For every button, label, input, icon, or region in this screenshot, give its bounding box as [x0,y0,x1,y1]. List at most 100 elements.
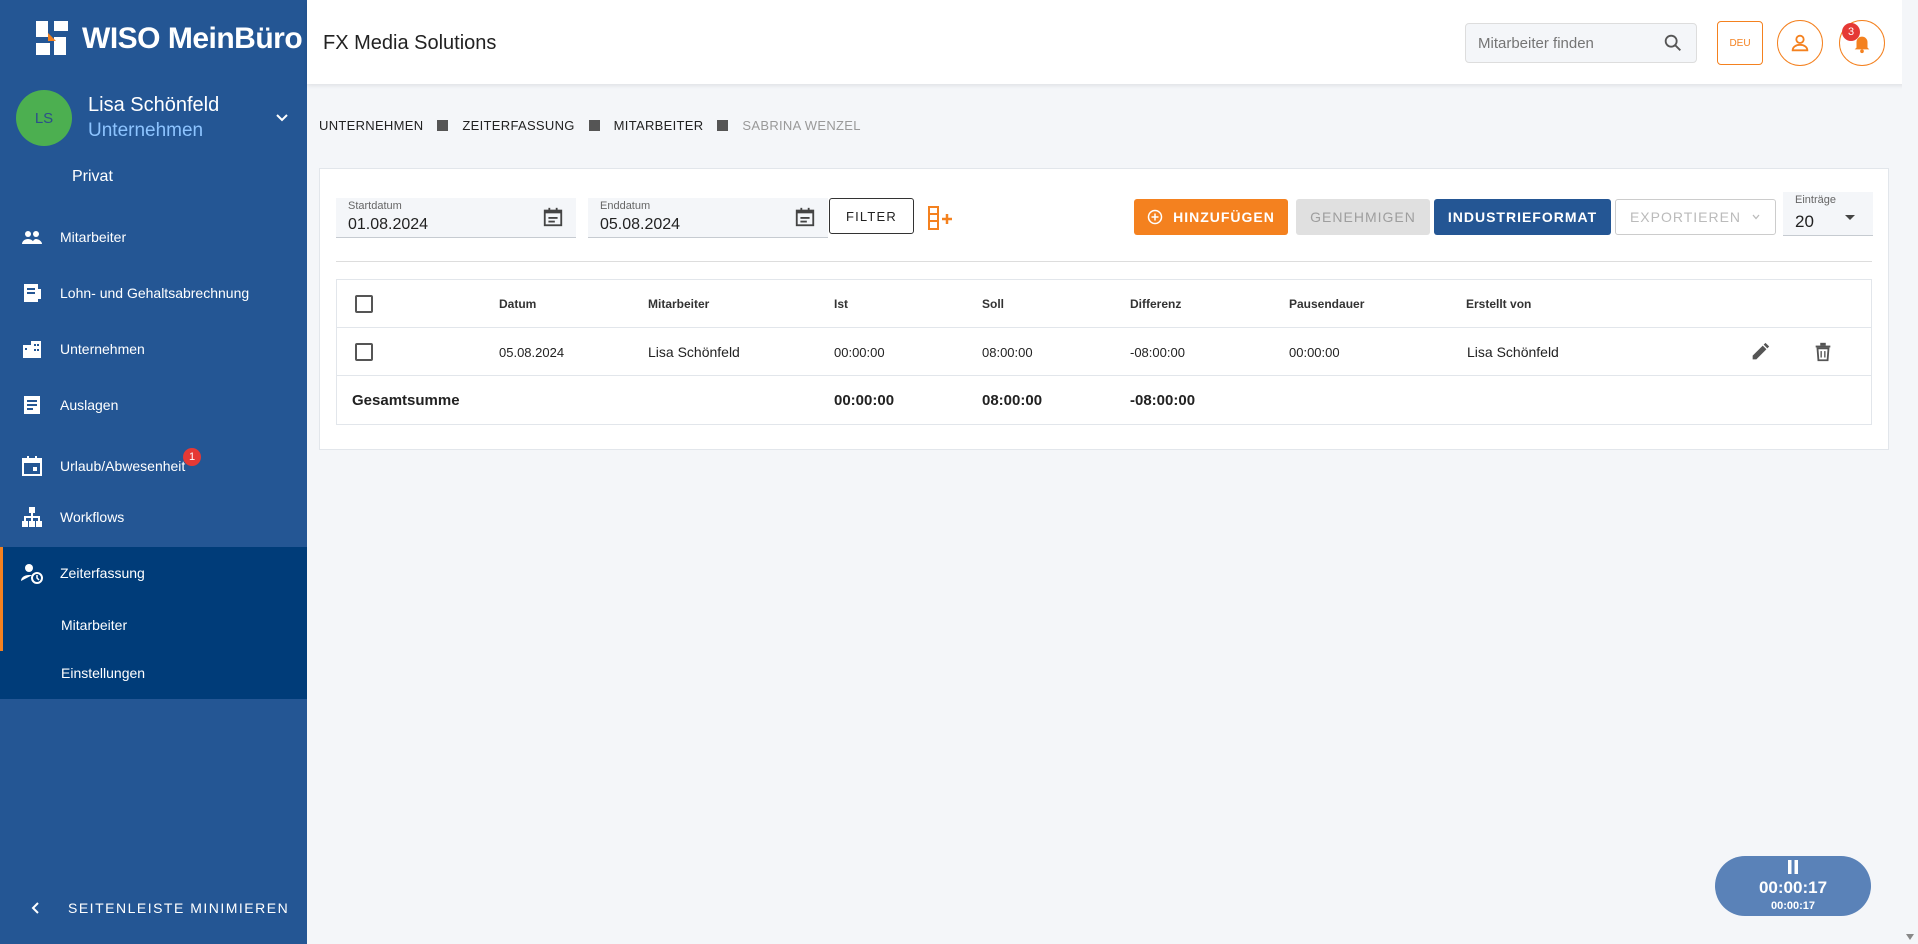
cell-mitarbeiter: Lisa Schönfeld [648,344,740,360]
breadcrumb-unternehmen[interactable]: UNTERNEHMEN [319,118,423,133]
column-header-ist[interactable]: Ist [834,280,848,328]
chevron-left-icon [31,902,39,914]
breadcrumb-separator [717,120,729,131]
receipt-icon [24,396,40,414]
user-name: Lisa Schönfeld [88,94,220,116]
entries-label: Einträge [1795,194,1836,206]
brand-logo[interactable]: WISO MeinBüro [32,18,303,60]
sidebar-item-unternehmen[interactable]: Unternehmen [0,321,307,377]
column-header-datum[interactable]: Datum [499,280,536,328]
entries-per-page-select[interactable]: Einträge 20 [1783,192,1873,236]
sidebar-item-lohn[interactable]: Lohn- und Gehaltsabrechnung [0,265,307,321]
start-date-label: Startdatum [348,200,402,212]
cell-erstellt-von: Lisa Schönfeld [1467,344,1559,360]
building-icon [23,341,41,358]
column-header-mitarbeiter[interactable]: Mitarbeiter [648,280,709,328]
total-soll: 08:00:00 [982,391,1043,409]
timer-main: 00:00:17 [1758,878,1828,897]
add-column-icon[interactable] [927,205,955,231]
end-date-value[interactable]: 05.08.2024 [600,216,680,234]
language-button[interactable]: DEU [1717,21,1763,65]
time-entries-table: Datum Mitarbeiter Ist Soll Differenz Pau… [336,279,1872,425]
chevron-down-icon[interactable] [272,108,292,128]
sidebar-item-workflows[interactable]: Workflows [0,489,307,545]
sidebar-item-label: Unternehmen [60,341,145,357]
notifications-button[interactable]: 3 [1839,20,1885,66]
column-header-differenz[interactable]: Differenz [1130,280,1181,328]
column-header-pausendauer[interactable]: Pausendauer [1289,280,1364,328]
total-label: Gesamtsumme [352,391,460,409]
sidebar-item-label: Workflows [60,509,125,525]
industry-format-button[interactable]: INDUSTRIEFORMAT [1434,199,1611,235]
export-label: EXPORTIEREN [1629,209,1742,225]
brand-name: WISO MeinBüro [82,22,303,55]
top-header: FX Media Solutions DEU 3 [307,0,1918,84]
sidebar-item-urlaub[interactable]: Urlaub/Abwesenheit 1 [0,438,307,494]
sidebar-item-zeiterfassung[interactable]: Zeiterfassung [0,545,307,601]
notification-badge: 3 [1842,23,1860,41]
export-button[interactable]: EXPORTIEREN [1615,199,1776,235]
breadcrumb-zeiterfassung[interactable]: ZEITERFASSUNG [462,118,574,133]
employee-search[interactable] [1465,23,1697,63]
sidebar-subitem-einstellungen[interactable]: Einstellungen [61,665,145,681]
delete-icon[interactable] [1812,341,1834,363]
pause-icon[interactable] [1787,860,1799,874]
sidebar-item-label: Auslagen [60,397,119,413]
minimize-sidebar-button[interactable]: SEITENLEISTE MINIMIEREN [28,900,289,916]
end-date-field[interactable]: Enddatum 05.08.2024 [588,198,828,238]
avatar: LS [16,90,72,146]
scroll-down-icon[interactable] [1906,934,1914,940]
time-tracker-widget[interactable]: 00:00:17 00:00:17 [1715,856,1871,916]
search-icon[interactable] [1662,32,1684,54]
page-scrollbar[interactable] [1902,0,1918,944]
user-context: Unternehmen [88,120,204,141]
time-entries-card: Startdatum 01.08.2024 Enddatum 05.08.202… [319,168,1889,450]
context-privat-link[interactable]: Privat [72,168,113,186]
profile-button[interactable] [1777,20,1823,66]
breadcrumb-mitarbeiter[interactable]: MITARBEITER [614,118,704,133]
cell-datum: 05.08.2024 [499,344,565,360]
dropdown-caret-icon [1845,215,1855,220]
start-date-value[interactable]: 01.08.2024 [348,216,428,234]
table-header-row: Datum Mitarbeiter Ist Soll Differenz Pau… [337,280,1871,328]
calendar-icon[interactable] [794,206,816,228]
sidebar-item-auslagen[interactable]: Auslagen [0,377,307,433]
breadcrumb-current: SABRINA WENZEL [742,118,861,133]
total-ist: 00:00:00 [834,391,895,409]
sidebar-item-label: Mitarbeiter [60,229,127,245]
user-switcher[interactable]: LS Lisa Schönfeld Unternehmen [16,90,292,146]
approve-button[interactable]: GENEHMIGEN [1296,199,1430,235]
sidebar-item-mitarbeiter[interactable]: Mitarbeiter [0,209,307,265]
column-header-erstellt-von[interactable]: Erstellt von [1466,280,1531,328]
breadcrumb: UNTERNEHMEN ZEITERFASSUNG MITARBEITER SA… [319,118,861,133]
company-name: FX Media Solutions [323,32,497,54]
calendar-icon[interactable] [542,206,564,228]
search-input[interactable] [1478,34,1658,52]
select-all-checkbox[interactable] [355,295,373,313]
table-total-row: Gesamtsumme 00:00:00 08:00:00 -08:00:00 [337,376,1871,424]
sidebar-item-label: Zeiterfassung [60,565,145,581]
entries-value: 20 [1795,212,1814,231]
filter-button[interactable]: FILTER [829,198,914,234]
sidebar: WISO MeinBüro LS Lisa Schönfeld Unterneh… [0,0,307,944]
cell-differenz: -08:00:00 [1130,344,1185,360]
sidebar-subitem-mitarbeiter[interactable]: Mitarbeiter [61,617,127,633]
cell-ist: 00:00:00 [834,344,885,360]
payroll-icon [24,284,41,302]
people-icon [22,231,42,244]
breadcrumb-separator [588,120,600,131]
add-button[interactable]: HINZUFÜGEN [1134,199,1288,235]
time-tracking-icon [21,564,43,584]
start-date-field[interactable]: Startdatum 01.08.2024 [336,198,576,238]
toolbar-divider [336,261,1872,262]
table-row[interactable]: 05.08.2024 Lisa Schönfeld 00:00:00 08:00… [337,328,1871,376]
user-icon [1791,34,1809,52]
workflow-icon [22,507,42,527]
timer-sub: 00:00:17 [1770,900,1816,912]
edit-icon[interactable] [1749,341,1771,363]
chevron-down-icon [1752,214,1760,220]
row-checkbox[interactable] [355,343,373,361]
column-header-soll[interactable]: Soll [982,280,1004,328]
add-label: HINZUFÜGEN [1173,209,1275,225]
total-differenz: -08:00:00 [1130,391,1196,409]
